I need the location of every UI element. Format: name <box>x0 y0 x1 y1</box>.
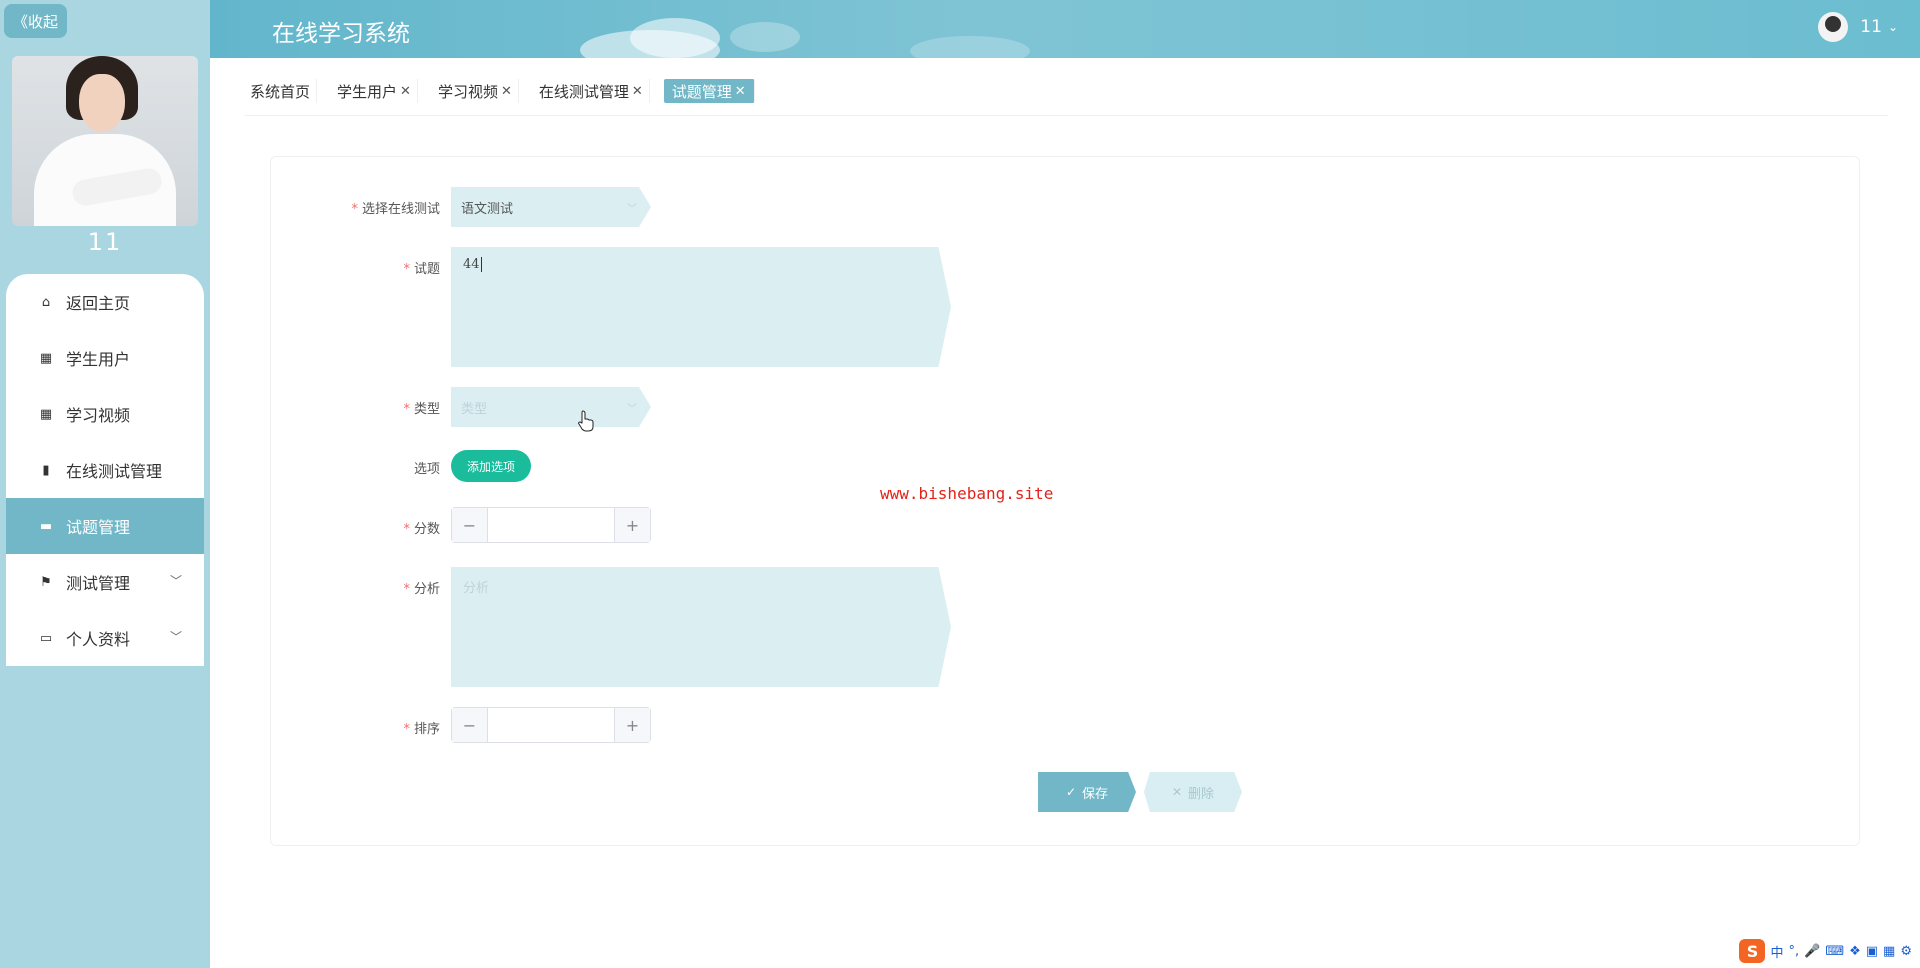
sidebar-item-label: 试题管理 <box>66 518 131 537</box>
increment-button[interactable]: + <box>614 708 650 742</box>
sidebar-item-profile[interactable]: ▭ 个人资料 ﹀ <box>6 610 204 666</box>
tab-label: 系统首页 <box>250 82 311 101</box>
type-label: * 类型 <box>403 402 440 417</box>
close-icon[interactable]: ✕ <box>400 84 411 99</box>
user-menu[interactable]: 11 ⌄ <box>1818 12 1898 42</box>
sidebar-item-label: 在线测试管理 <box>66 462 163 481</box>
sidebar-item-videos[interactable]: ▦ 学习视频 <box>6 386 204 442</box>
tab-home[interactable]: 系统首页 <box>244 79 318 103</box>
collapse-button[interactable]: 《收起 <box>4 4 67 38</box>
tab-label: 试题管理 <box>671 82 732 101</box>
hand-cursor-icon <box>578 410 594 432</box>
header-username: 11 <box>1860 17 1882 37</box>
settings-icon[interactable]: ⚙ <box>1900 944 1912 959</box>
sidebar-item-label: 测试管理 <box>66 574 131 593</box>
tab-label: 学习视频 <box>437 82 498 101</box>
top-header: 在线学习系统 11 ⌄ <box>210 0 1920 58</box>
tab-bar: 系统首页 学生用户 ✕ 学习视频 ✕ 在线测试管理 ✕ 试题管理 ✕ <box>244 78 769 104</box>
order-stepper[interactable]: − + <box>451 707 651 743</box>
sidebar-username: 11 <box>87 228 123 256</box>
tab-online-tests[interactable]: 在线测试管理 ✕ <box>533 79 650 103</box>
order-label: * 排序 <box>403 722 440 737</box>
chevron-down-icon: ⌄ <box>1887 20 1898 34</box>
sidebar-item-questions[interactable]: ▬ 试题管理 <box>6 498 204 554</box>
monitor-icon: ▬ <box>39 518 53 534</box>
decrement-button[interactable]: − <box>452 708 488 742</box>
app-title: 在线学习系统 <box>272 21 410 47</box>
close-icon[interactable]: ✕ <box>501 84 512 99</box>
question-textarea[interactable]: 44 <box>451 247 951 367</box>
add-option-button[interactable]: 添加选项 <box>451 450 531 482</box>
sidebar-item-label: 返回主页 <box>66 294 131 313</box>
increment-button[interactable]: + <box>614 508 650 542</box>
delete-button[interactable]: ✕ 删除 <box>1144 772 1242 812</box>
tab-videos[interactable]: 学习视频 ✕ <box>432 79 519 103</box>
chevron-down-icon: ﹀ <box>627 404 637 415</box>
grid-icon[interactable]: ▦ <box>1883 944 1895 959</box>
question-label: * 试题 <box>403 262 440 277</box>
check-icon: ✓ <box>1065 785 1077 799</box>
decrement-button[interactable]: − <box>452 508 488 542</box>
tab-questions[interactable]: 试题管理 ✕ <box>663 79 755 103</box>
flag-icon: ⚑ <box>40 574 52 590</box>
sidebar: 《收起 11 ⌂ 返回主页 ▦ 学生用户 ▦ 学习视频 ▮ 在线测试管理 ▬ 试… <box>0 0 210 968</box>
sidebar-item-online-tests[interactable]: ▮ 在线测试管理 <box>6 442 204 498</box>
chevron-down-icon: ﹀ <box>169 630 182 644</box>
sidebar-menu: ⌂ 返回主页 ▦ 学生用户 ▦ 学习视频 ▮ 在线测试管理 ▬ 试题管理 ⚑ 测… <box>6 274 204 666</box>
analysis-label: * 分析 <box>403 582 440 597</box>
close-icon[interactable]: ✕ <box>632 84 643 99</box>
sogou-icon[interactable]: S <box>1739 939 1766 963</box>
chevron-down-icon: ﹀ <box>169 574 182 588</box>
watermark: www.bishebang.site <box>880 484 1054 503</box>
keyboard-icon[interactable]: ⌨ <box>1825 944 1844 959</box>
sidebar-item-label: 学生用户 <box>66 350 131 369</box>
type-select[interactable]: 类型 ﹀ <box>451 387 651 427</box>
chevron-down-icon: ﹀ <box>627 204 637 215</box>
avatar <box>1818 12 1849 42</box>
toolbox-icon[interactable]: ▣ <box>1866 944 1878 959</box>
analysis-textarea[interactable]: 分析 <box>451 567 951 687</box>
test-select-label: * 选择在线测试 <box>351 202 440 217</box>
ime-punctuation[interactable]: °, <box>1789 944 1800 959</box>
sidebar-item-students[interactable]: ▦ 学生用户 <box>6 330 204 386</box>
skin-icon[interactable]: ❖ <box>1849 944 1861 959</box>
tab-students[interactable]: 学生用户 ✕ <box>331 79 418 103</box>
microphone-icon[interactable]: 🎤 <box>1804 944 1820 959</box>
tab-label: 学生用户 <box>337 82 398 101</box>
sidebar-item-home[interactable]: ⌂ 返回主页 <box>6 274 204 330</box>
save-button[interactable]: ✓ 保存 <box>1038 772 1136 812</box>
tab-divider <box>244 115 1888 116</box>
card-icon: ▭ <box>39 630 53 646</box>
options-label: 选项 <box>413 462 440 477</box>
sidebar-item-label: 个人资料 <box>66 630 131 649</box>
ime-language[interactable]: 中 <box>1770 942 1783 961</box>
ime-toolbar: S 中 °, 🎤 ⌨ ❖ ▣ ▦ ⚙ <box>1735 938 1916 964</box>
grid-icon: ▦ <box>39 350 53 366</box>
grid-icon: ▦ <box>39 406 53 422</box>
book-icon: ▮ <box>42 462 50 478</box>
sidebar-item-label: 学习视频 <box>66 406 131 425</box>
close-icon: ✕ <box>1171 785 1183 799</box>
home-icon: ⌂ <box>41 294 51 310</box>
score-stepper[interactable]: − + <box>451 507 651 543</box>
profile-photo <box>12 56 198 226</box>
tab-label: 在线测试管理 <box>538 82 629 101</box>
test-select[interactable]: 语文测试 ﹀ <box>451 187 651 227</box>
sidebar-item-test-management[interactable]: ⚑ 测试管理 ﹀ <box>6 554 204 610</box>
score-label: * 分数 <box>403 522 440 537</box>
close-icon[interactable]: ✕ <box>735 84 746 99</box>
